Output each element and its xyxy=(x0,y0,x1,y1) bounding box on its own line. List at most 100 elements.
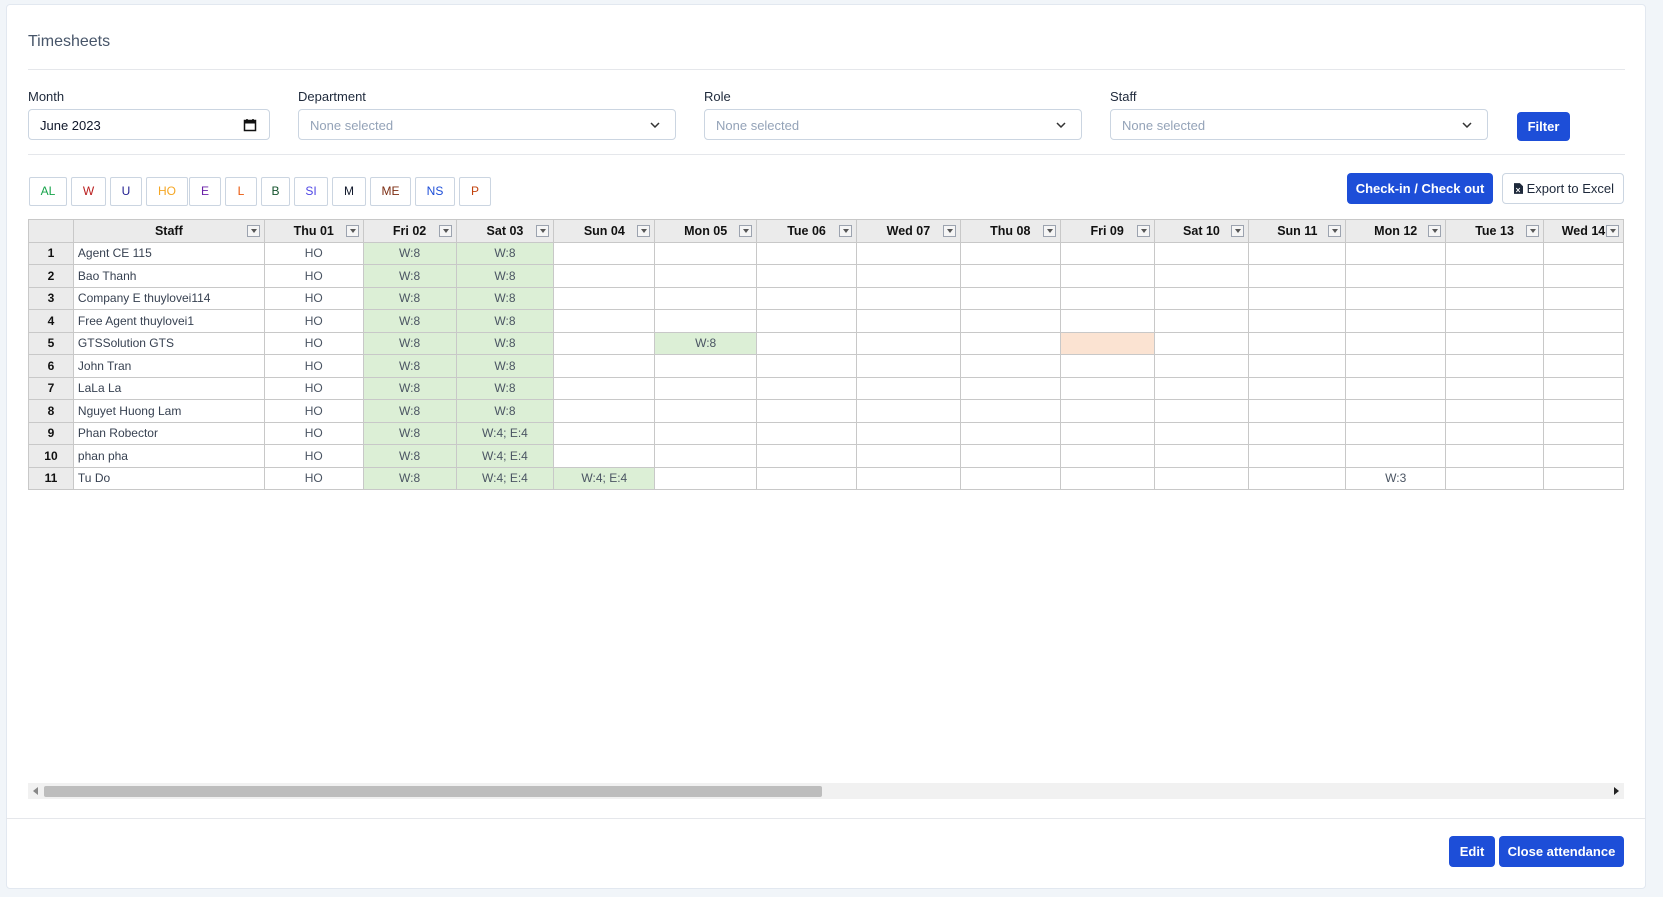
attendance-cell[interactable] xyxy=(1445,466,1544,490)
scrollbar-thumb[interactable] xyxy=(44,786,822,797)
attendance-cell[interactable]: W:8 xyxy=(455,309,555,333)
attendance-cell[interactable] xyxy=(959,376,1061,400)
legend-button-w[interactable]: W xyxy=(71,177,106,206)
attendance-cell[interactable] xyxy=(553,444,656,468)
attendance-cell[interactable] xyxy=(1248,399,1347,423)
attendance-cell[interactable] xyxy=(654,286,758,310)
legend-button-ns[interactable]: NS xyxy=(415,177,455,206)
attendance-cell[interactable] xyxy=(553,241,656,265)
attendance-cell[interactable] xyxy=(1345,286,1447,310)
attendance-cell[interactable]: W:8 xyxy=(455,399,555,423)
filter-dropdown-icon[interactable] xyxy=(345,225,359,237)
attendance-cell[interactable] xyxy=(1542,241,1624,265)
close-attendance-button[interactable]: Close attendance xyxy=(1499,836,1624,867)
attendance-cell[interactable] xyxy=(1059,331,1155,355)
attendance-cell[interactable] xyxy=(654,466,758,490)
filter-button[interactable]: Filter xyxy=(1517,112,1570,141)
role-select[interactable]: None selected xyxy=(704,109,1082,140)
attendance-cell[interactable] xyxy=(1542,264,1624,288)
attendance-cell[interactable]: HO xyxy=(263,241,364,265)
calendar-icon[interactable] xyxy=(243,118,257,132)
column-header-day[interactable]: Sun 04 xyxy=(553,219,656,243)
column-header-day[interactable]: Tue 06 xyxy=(756,219,857,243)
attendance-cell[interactable] xyxy=(654,376,758,400)
attendance-cell[interactable] xyxy=(959,444,1061,468)
attendance-cell[interactable] xyxy=(1345,264,1447,288)
attendance-cell[interactable] xyxy=(756,376,857,400)
filter-dropdown-icon[interactable] xyxy=(1428,225,1442,237)
attendance-cell[interactable] xyxy=(1248,264,1347,288)
attendance-cell[interactable] xyxy=(654,241,758,265)
attendance-cell[interactable] xyxy=(1345,399,1447,423)
attendance-cell[interactable] xyxy=(1059,421,1155,445)
attendance-cell[interactable]: W:8 xyxy=(362,421,457,445)
attendance-cell[interactable] xyxy=(1153,309,1250,333)
attendance-cell[interactable] xyxy=(1153,466,1250,490)
staff-name-cell[interactable]: John Tran xyxy=(72,354,265,378)
attendance-cell[interactable]: HO xyxy=(263,354,364,378)
export-excel-button[interactable]: Export to Excel xyxy=(1502,173,1624,204)
attendance-cell[interactable] xyxy=(855,264,961,288)
attendance-cell[interactable] xyxy=(1153,421,1250,445)
column-header-day[interactable]: Thu 01 xyxy=(263,219,364,243)
attendance-cell[interactable] xyxy=(1153,331,1250,355)
attendance-cell[interactable] xyxy=(654,264,758,288)
attendance-cell[interactable] xyxy=(1248,466,1347,490)
attendance-cell[interactable] xyxy=(1153,399,1250,423)
attendance-cell[interactable] xyxy=(1059,309,1155,333)
attendance-cell[interactable]: W:8 xyxy=(362,264,457,288)
attendance-cell[interactable] xyxy=(1248,421,1347,445)
column-header-day[interactable]: Fri 09 xyxy=(1059,219,1155,243)
attendance-cell[interactable] xyxy=(553,331,656,355)
attendance-cell[interactable]: HO xyxy=(263,421,364,445)
attendance-cell[interactable] xyxy=(1059,444,1155,468)
attendance-cell[interactable] xyxy=(855,421,961,445)
attendance-cell[interactable]: W:8 xyxy=(362,466,457,490)
attendance-cell[interactable]: W:4; E:4 xyxy=(455,466,555,490)
attendance-cell[interactable] xyxy=(1153,444,1250,468)
attendance-cell[interactable] xyxy=(855,444,961,468)
attendance-cell[interactable]: W:8 xyxy=(455,331,555,355)
staff-name-cell[interactable]: GTSSolution GTS xyxy=(72,331,265,355)
legend-button-e[interactable]: E xyxy=(189,177,221,206)
attendance-cell[interactable] xyxy=(1542,376,1624,400)
attendance-cell[interactable] xyxy=(1153,286,1250,310)
attendance-cell[interactable]: W:8 xyxy=(455,264,555,288)
attendance-cell[interactable] xyxy=(1153,241,1250,265)
attendance-cell[interactable]: W:8 xyxy=(362,376,457,400)
horizontal-scrollbar[interactable] xyxy=(28,783,1624,799)
attendance-cell[interactable] xyxy=(1345,376,1447,400)
attendance-cell[interactable] xyxy=(1248,376,1347,400)
legend-button-ho[interactable]: HO xyxy=(146,177,188,206)
staff-name-cell[interactable]: Nguyet Huong Lam xyxy=(72,399,265,423)
attendance-cell[interactable] xyxy=(1542,309,1624,333)
staff-name-cell[interactable]: Phan Robector xyxy=(72,421,265,445)
attendance-cell[interactable] xyxy=(959,286,1061,310)
legend-button-si[interactable]: SI xyxy=(294,177,328,206)
attendance-cell[interactable]: W:8 xyxy=(455,286,555,310)
attendance-cell[interactable] xyxy=(1059,264,1155,288)
attendance-cell[interactable]: W:8 xyxy=(654,331,758,355)
attendance-cell[interactable] xyxy=(1248,286,1347,310)
legend-button-l[interactable]: L xyxy=(225,177,257,206)
attendance-cell[interactable] xyxy=(654,421,758,445)
attendance-cell[interactable] xyxy=(1445,286,1544,310)
attendance-cell[interactable] xyxy=(1445,264,1544,288)
attendance-cell[interactable] xyxy=(1345,421,1447,445)
filter-dropdown-icon[interactable] xyxy=(838,225,852,237)
attendance-cell[interactable] xyxy=(959,466,1061,490)
attendance-cell[interactable] xyxy=(1542,466,1624,490)
attendance-cell[interactable] xyxy=(1153,376,1250,400)
attendance-cell[interactable] xyxy=(756,241,857,265)
attendance-cell[interactable] xyxy=(756,466,857,490)
filter-dropdown-icon[interactable] xyxy=(1328,225,1342,237)
attendance-cell[interactable] xyxy=(959,354,1061,378)
staff-name-cell[interactable]: Tu Do xyxy=(72,466,265,490)
attendance-cell[interactable] xyxy=(756,309,857,333)
attendance-cell[interactable] xyxy=(855,399,961,423)
filter-dropdown-icon[interactable] xyxy=(536,225,550,237)
attendance-cell[interactable]: W:3 xyxy=(1345,466,1447,490)
checkin-checkout-button[interactable]: Check-in / Check out xyxy=(1347,173,1493,204)
legend-button-m[interactable]: M xyxy=(332,177,366,206)
filter-dropdown-icon[interactable] xyxy=(637,225,651,237)
